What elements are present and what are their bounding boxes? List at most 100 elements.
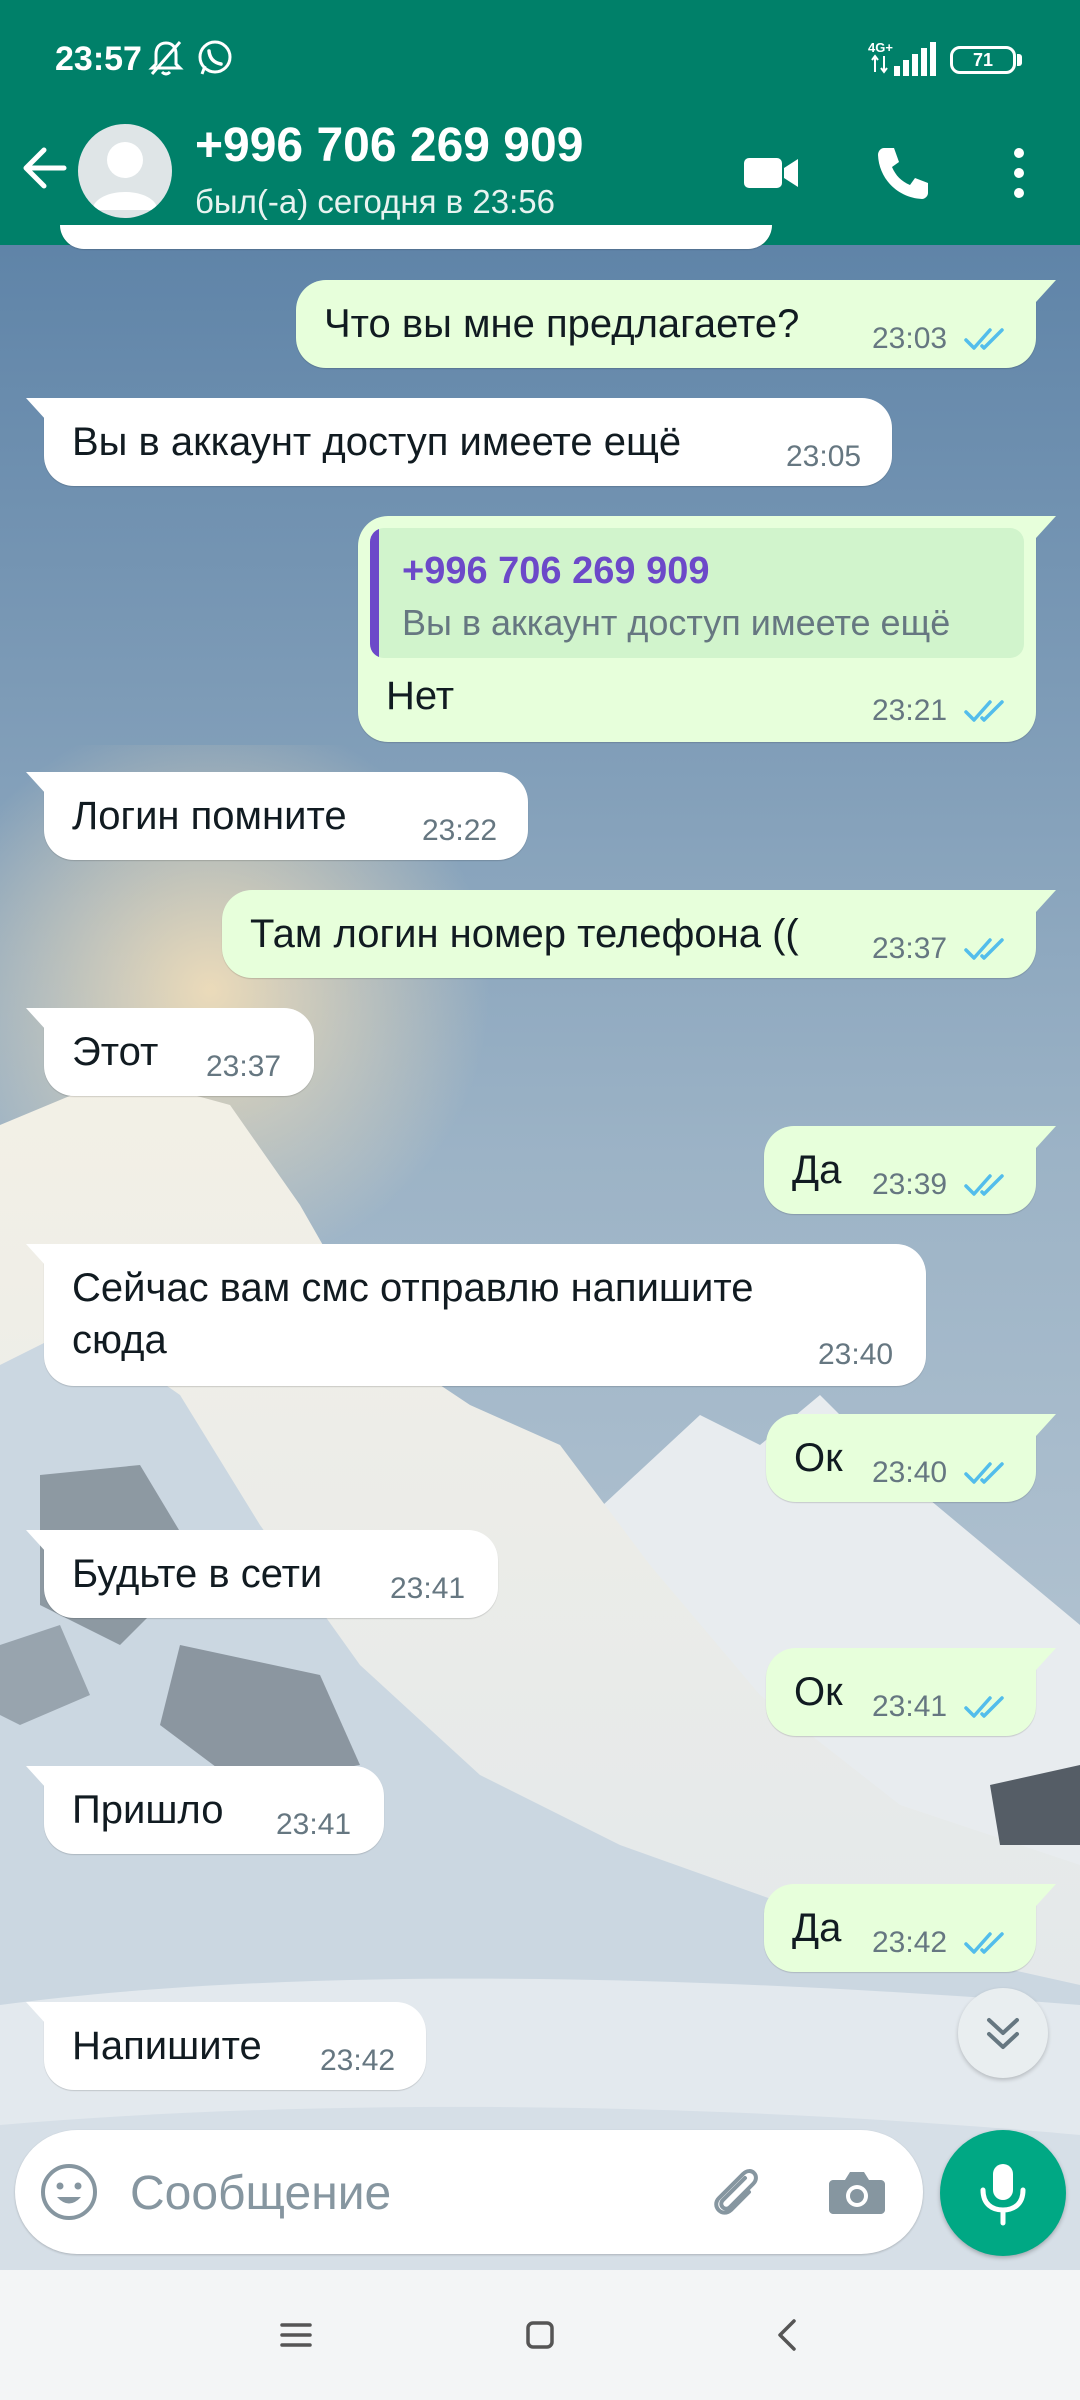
microphone-icon xyxy=(980,2164,1026,2226)
message-composer xyxy=(15,2130,923,2254)
bubble-tail xyxy=(1036,1414,1056,1436)
double-chevron-down-icon xyxy=(987,2018,1019,2049)
camera-icon[interactable] xyxy=(825,2160,889,2224)
bubble-tail xyxy=(26,2002,46,2024)
message-bubble-outgoing[interactable]: Ок 23:40 xyxy=(766,1414,1056,1502)
status-bar: 23:57 4G+ 71 xyxy=(0,0,1080,120)
bubble-tail xyxy=(26,1008,46,1030)
bubble-tail xyxy=(1036,1884,1056,1906)
message-text: Будьте в сети xyxy=(72,1552,323,1596)
scroll-to-bottom-button[interactable] xyxy=(958,1988,1048,2078)
message-text: Логин помните xyxy=(72,794,347,838)
read-ticks-icon xyxy=(964,328,1004,350)
message-bubble-incoming[interactable]: Будьте в сети 23:41 xyxy=(26,1530,498,1618)
bubble-tail xyxy=(26,398,46,420)
quoted-author: +996 706 269 909 xyxy=(402,550,710,592)
signal-strength-icon xyxy=(894,42,936,76)
message-text: Что вы мне предлагаете? xyxy=(324,302,800,346)
last-seen-status: был(-а) сегодня в 23:56 xyxy=(195,183,555,220)
message-time: 23:05 xyxy=(786,440,862,473)
message-time: 23:42 xyxy=(320,2044,396,2077)
read-ticks-icon xyxy=(964,1696,1004,1718)
bubble-tail xyxy=(26,1244,46,1266)
message-bubble-outgoing[interactable]: Да 23:39 xyxy=(764,1126,1056,1214)
message-text-line-2: сюда xyxy=(72,1318,167,1362)
system-navigation-bar xyxy=(0,2270,1080,2400)
read-ticks-icon xyxy=(964,1932,1004,1954)
message-text: Напишите xyxy=(72,2024,262,2068)
message-bubble-incoming[interactable]: Напишите 23:42 xyxy=(26,2002,426,2090)
message-bubble-incoming[interactable]: Этот 23:37 xyxy=(26,1008,314,1096)
quoted-text: Вы в аккаунт доступ имеете ещё xyxy=(402,602,951,643)
message-bubble-outgoing[interactable]: Да 23:42 xyxy=(764,1884,1056,1972)
message-time: 23:41 xyxy=(276,1808,352,1841)
battery-indicator: 71 xyxy=(950,46,1016,74)
read-ticks-icon xyxy=(964,1174,1004,1196)
message-text: Ок xyxy=(794,1670,843,1714)
message-text: Этот xyxy=(72,1030,159,1074)
message-text-line-1: Сейчас вам смс отправлю напишите xyxy=(72,1266,754,1310)
recent-apps-icon[interactable] xyxy=(266,2305,326,2365)
bubble-tail xyxy=(1036,516,1056,538)
system-back-icon[interactable] xyxy=(758,2305,818,2365)
message-bubble-incoming[interactable]: Логин помните 23:22 xyxy=(26,772,528,860)
message-time: 23:37 xyxy=(206,1050,282,1083)
bubble-tail xyxy=(26,1530,46,1552)
quote-accent-bar xyxy=(370,528,379,658)
message-bubble-partial xyxy=(60,225,772,249)
video-call-icon[interactable] xyxy=(736,138,806,208)
message-text: Пришло xyxy=(72,1788,224,1832)
more-vert-icon[interactable] xyxy=(984,138,1054,208)
message-bubble-outgoing[interactable]: Там логин номер телефона (( 23:37 xyxy=(222,890,1056,978)
read-ticks-icon xyxy=(964,700,1004,722)
back-arrow-icon[interactable] xyxy=(18,140,74,196)
read-ticks-icon xyxy=(964,938,1004,960)
voice-message-button[interactable] xyxy=(940,2130,1066,2256)
message-time: 23:41 xyxy=(872,1690,948,1723)
message-input[interactable] xyxy=(130,2158,690,2228)
mute-bell-icon xyxy=(148,41,184,76)
message-text: Да xyxy=(792,1148,842,1192)
contact-name[interactable]: +996 706 269 909 xyxy=(195,118,583,173)
quoted-message[interactable]: +996 706 269 909 Вы в аккаунт доступ име… xyxy=(370,528,1024,658)
message-time: 23:03 xyxy=(872,322,948,355)
home-icon[interactable] xyxy=(510,2305,570,2365)
message-time: 23:21 xyxy=(872,694,948,727)
message-time: 23:41 xyxy=(390,1572,466,1605)
message-text: Вы в аккаунт доступ имеете ещё xyxy=(72,420,682,464)
paperclip-icon[interactable] xyxy=(705,2160,769,2224)
contact-avatar[interactable] xyxy=(78,124,172,218)
message-text: Да xyxy=(792,1906,842,1950)
message-bubble-incoming[interactable]: Сейчас вам смс отправлю напишите сюда 23… xyxy=(26,1244,926,1386)
battery-tip xyxy=(1017,54,1022,66)
bubble-tail xyxy=(26,772,46,794)
bubble-tail xyxy=(1036,1126,1056,1148)
emoji-icon[interactable] xyxy=(37,2160,101,2224)
bubble-tail xyxy=(1036,890,1056,912)
message-time: 23:40 xyxy=(818,1338,894,1371)
read-ticks-icon xyxy=(964,1462,1004,1484)
message-time: 23:39 xyxy=(872,1168,948,1201)
message-bubble-incoming[interactable]: Пришло 23:41 xyxy=(26,1766,384,1854)
avatar-icon xyxy=(92,142,158,210)
bubble-tail xyxy=(1036,1648,1056,1670)
message-bubble-incoming[interactable]: Вы в аккаунт доступ имеете ещё 23:05 xyxy=(26,398,892,486)
message-bubble-outgoing[interactable]: Ок 23:41 xyxy=(766,1648,1056,1736)
bubble-tail xyxy=(1036,280,1056,302)
message-time: 23:37 xyxy=(872,932,948,965)
bubble-tail xyxy=(26,1766,46,1788)
whatsapp-notification-icon xyxy=(198,40,232,75)
status-time: 23:57 xyxy=(55,40,142,78)
phone-icon[interactable] xyxy=(868,138,938,208)
chat-header: 23:57 4G+ 71 +996 706 269 909 был(-а) се… xyxy=(0,0,1080,245)
message-bubble-outgoing-reply[interactable]: +996 706 269 909 Вы в аккаунт доступ име… xyxy=(358,516,1056,742)
battery-level: 71 xyxy=(972,50,994,70)
message-text: Там логин номер телефона (( xyxy=(250,912,799,956)
message-time: 23:42 xyxy=(872,1926,948,1959)
message-text: Ок xyxy=(794,1436,843,1480)
message-bubble-outgoing[interactable]: Что вы мне предлагаете? 23:03 xyxy=(296,280,1056,368)
message-text: Нет xyxy=(386,674,455,718)
message-time: 23:22 xyxy=(422,814,498,847)
network-type: 4G+ xyxy=(868,40,893,55)
message-time: 23:40 xyxy=(872,1456,948,1489)
